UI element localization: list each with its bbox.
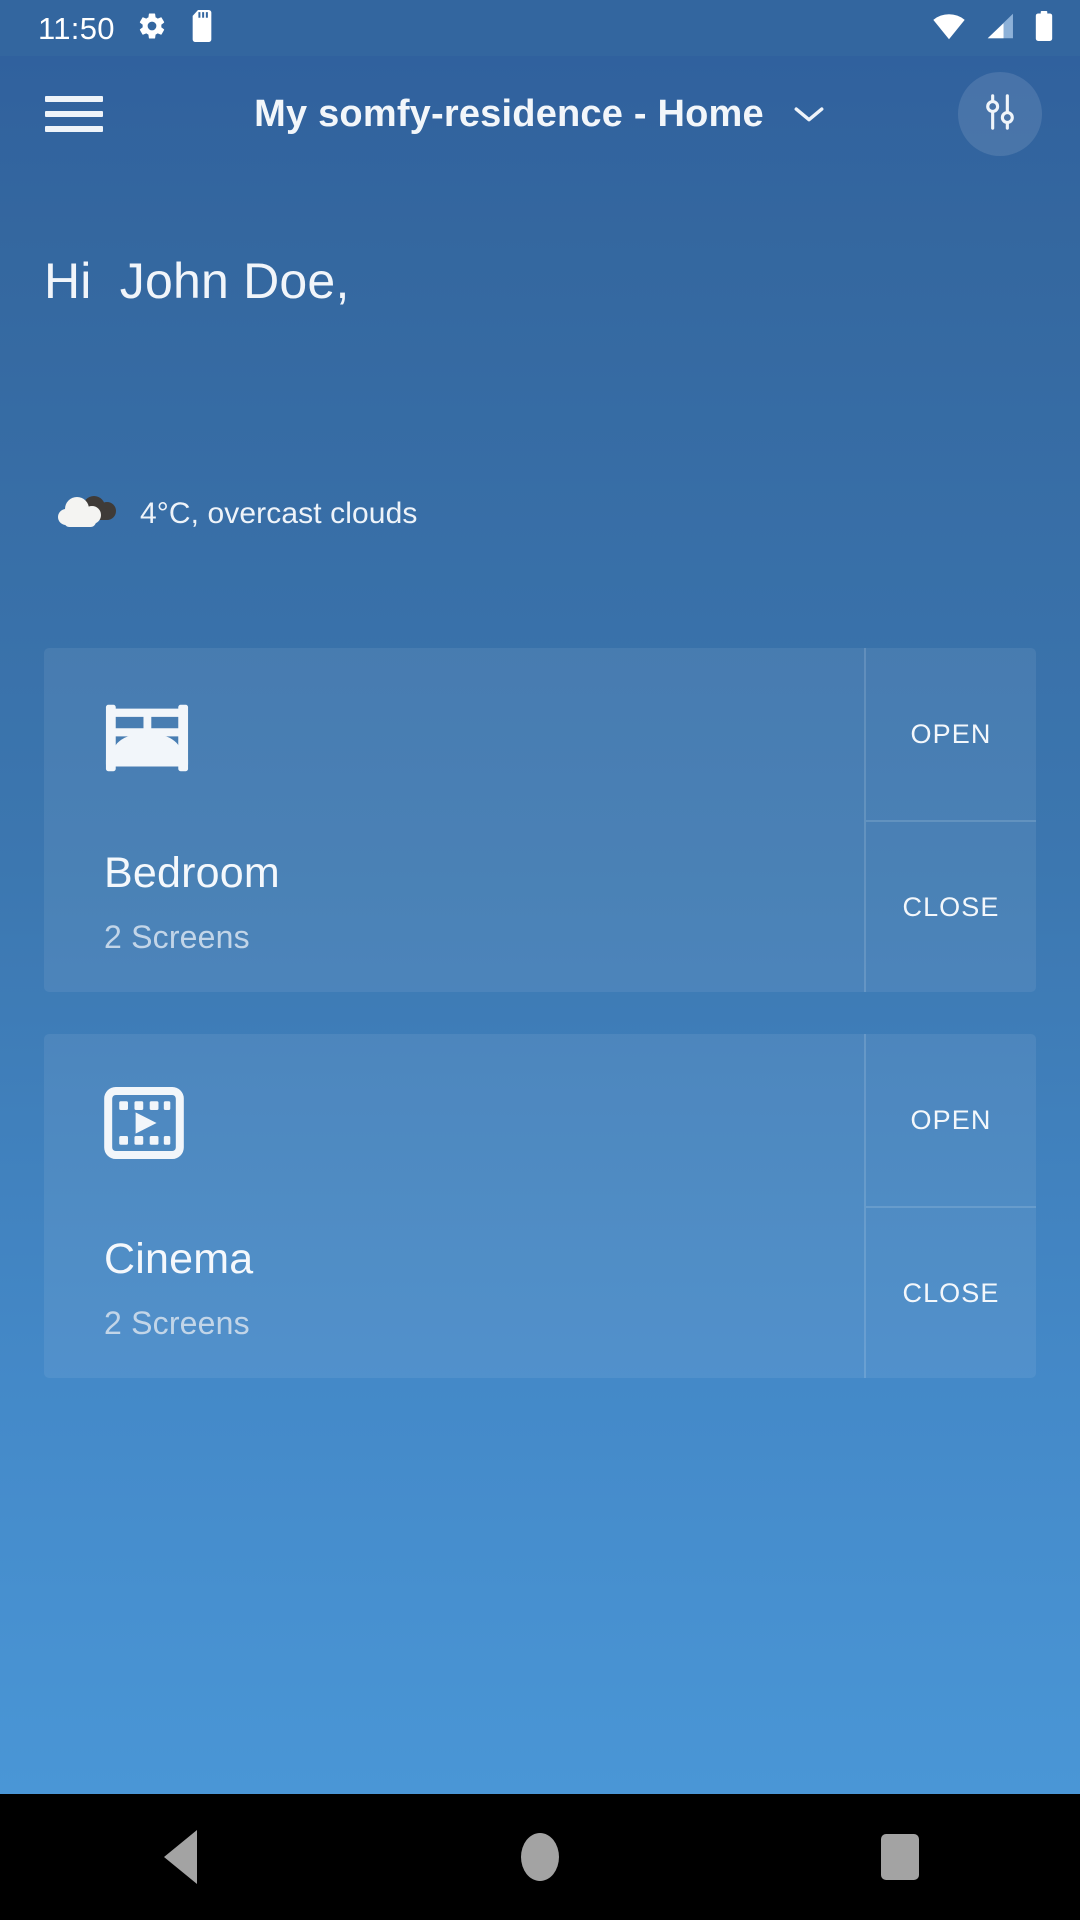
status-bar: 11:50: [0, 0, 1080, 56]
hamburger-bar: [45, 111, 103, 117]
phone-screen: 11:50 My somfy-residence - Home Hi John …: [0, 0, 1080, 1920]
app-bar-title-group: My somfy-residence - Home: [0, 56, 1080, 172]
bed-icon: [104, 700, 192, 778]
hamburger-bar: [45, 126, 103, 132]
weather-text: 4°C, overcast clouds: [140, 496, 418, 530]
cellular-signal-icon: [985, 12, 1015, 45]
sd-card-icon: [189, 9, 215, 47]
nav-back-button[interactable]: [90, 1794, 270, 1920]
close-button[interactable]: CLOSE: [866, 1206, 1036, 1378]
room-card-list: Bedroom 2 Screens OPEN CLOSE Cinema 2 Sc…: [44, 648, 1036, 1420]
status-clock: 11:50: [38, 10, 115, 46]
status-bar-left: 11:50: [38, 9, 215, 47]
room-subtitle: 2 Screens: [104, 919, 250, 955]
hamburger-bar: [45, 96, 103, 102]
film-play-icon: [104, 1086, 192, 1164]
close-button[interactable]: CLOSE: [866, 820, 1036, 992]
weather-row: 4°C, overcast clouds: [54, 487, 417, 540]
home-icon: [521, 1833, 559, 1881]
tune-settings-button[interactable]: [958, 72, 1042, 156]
room-name: Cinema: [104, 1235, 254, 1283]
room-card-main-bedroom[interactable]: Bedroom 2 Screens: [44, 648, 864, 992]
tune-icon: [978, 90, 1022, 139]
status-bar-right: [932, 10, 1054, 46]
greeting-text: Hi John Doe,: [44, 253, 350, 309]
room-subtitle: 2 Screens: [104, 1305, 250, 1341]
back-icon: [163, 1830, 197, 1884]
open-button[interactable]: OPEN: [866, 648, 1036, 820]
android-navigation-bar: [0, 1794, 1080, 1920]
recents-icon: [881, 1834, 919, 1880]
page-title: My somfy-residence - Home: [254, 92, 764, 135]
open-button[interactable]: OPEN: [866, 1034, 1036, 1206]
nav-home-button[interactable]: [450, 1794, 630, 1920]
room-name: Bedroom: [104, 849, 280, 897]
room-card-cinema[interactable]: Cinema 2 Screens OPEN CLOSE: [44, 1034, 1036, 1378]
room-actions-cinema: OPEN CLOSE: [864, 1034, 1036, 1378]
wifi-icon: [932, 12, 966, 45]
overcast-clouds-icon: [54, 487, 120, 540]
room-card-main-cinema[interactable]: Cinema 2 Screens: [44, 1034, 864, 1378]
app-bar: My somfy-residence - Home: [0, 56, 1080, 172]
chevron-down-icon[interactable]: [792, 103, 826, 130]
hamburger-menu-icon[interactable]: [45, 90, 105, 138]
battery-icon: [1034, 10, 1054, 46]
nav-recents-button[interactable]: [810, 1794, 990, 1920]
room-card-bedroom[interactable]: Bedroom 2 Screens OPEN CLOSE: [44, 648, 1036, 992]
room-actions-bedroom: OPEN CLOSE: [864, 648, 1036, 992]
gear-icon: [137, 11, 167, 46]
